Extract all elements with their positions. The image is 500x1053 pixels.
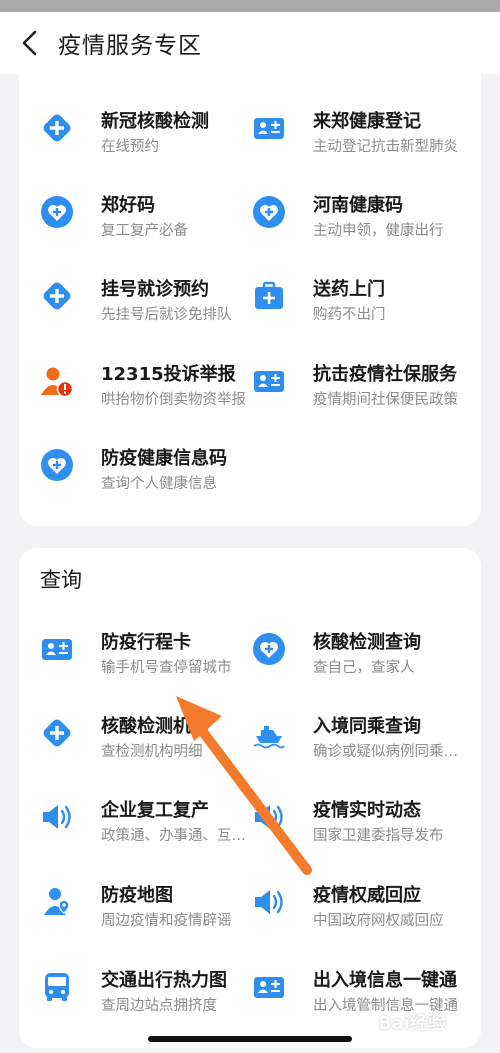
item-subtitle: 国家卫建委指导发布 <box>313 828 444 844</box>
ship-icon <box>253 726 285 749</box>
query-item-epidemic-map[interactable]: 防疫地图 周边疫情和疫情辟谣 <box>40 881 266 951</box>
service-item-medicine-delivery[interactable]: 送药上门 购药不出门 <box>252 275 478 345</box>
item-title: 河南健康码 <box>313 195 403 216</box>
id-card-icon <box>254 977 284 998</box>
home-indicator <box>148 1036 352 1042</box>
id-card-icon <box>42 639 72 660</box>
service-item-nucleic-test[interactable]: 新冠核酸检测 在线预约 <box>40 107 266 177</box>
item-subtitle: 哄抬物价倒卖物资举报 <box>101 392 246 408</box>
plus-diamond-icon <box>43 282 71 310</box>
services-card: 新冠核酸检测 在线预约 来郑健康登记 主动登记抗击新型肺炎 郑好码 复工复产必备… <box>19 74 481 526</box>
item-title: 核酸检测机构 <box>101 716 209 737</box>
item-subtitle: 主动登记抗击新型肺炎 <box>313 139 458 155</box>
service-item-social-security[interactable]: 抗击疫情社保服务 疫情期间社保便民政策 <box>252 360 478 430</box>
query-item-test-institutions[interactable]: 核酸检测机构 查检测机构明细 <box>40 712 266 782</box>
id-card-icon <box>254 371 284 392</box>
bus-icon <box>45 973 69 1001</box>
item-title: 来郑健康登记 <box>313 111 421 132</box>
section-title: 查询 <box>40 568 82 592</box>
baidu-watermark: Bai经验 <box>378 1013 447 1034</box>
item-title: 挂号就诊预约 <box>101 279 209 300</box>
status-bar <box>0 0 500 12</box>
item-subtitle: 复工复产必备 <box>101 223 188 239</box>
query-card: 查询 防疫行程卡 输手机号查停留城市 核酸检测查询 查自己，查家人 核酸检测机构… <box>19 548 481 1048</box>
heart-plus-icon <box>41 449 73 481</box>
item-title: 防疫地图 <box>101 885 173 906</box>
user-alert-icon <box>41 367 74 398</box>
plus-diamond-icon <box>43 114 71 142</box>
query-item-authoritative-response[interactable]: 疫情权威回应 中国政府网权威回应 <box>252 881 478 951</box>
back-arrow-icon <box>22 30 37 56</box>
service-item-health-info-code[interactable]: 防疫健康信息码 查询个人健康信息 <box>40 444 266 514</box>
query-item-realtime-updates[interactable]: 疫情实时动态 国家卫建委指导发布 <box>252 796 478 866</box>
plus-diamond-icon <box>43 719 71 747</box>
item-subtitle: 购药不出门 <box>313 307 386 323</box>
item-subtitle: 先挂号后就诊免排队 <box>101 307 232 323</box>
query-item-traffic-heatmap[interactable]: 交通出行热力图 查周边站点拥挤度 <box>40 966 266 1036</box>
map-user-icon <box>44 888 70 915</box>
item-title: 疫情权威回应 <box>313 885 421 906</box>
item-subtitle: 在线预约 <box>101 139 159 155</box>
query-item-nucleic-result[interactable]: 核酸检测查询 查自己，查家人 <box>252 628 478 698</box>
item-subtitle: 确诊或疑似病例同乘… <box>313 744 458 760</box>
item-subtitle: 中国政府网权威回应 <box>313 913 444 929</box>
item-subtitle: 主动申领，健康出行 <box>313 223 444 239</box>
query-item-inbound-passenger[interactable]: 入境同乘查询 确诊或疑似病例同乘… <box>252 712 478 782</box>
id-card-icon <box>254 118 284 139</box>
service-item-henan-health-code[interactable]: 河南健康码 主动申领，健康出行 <box>252 191 478 261</box>
speaker-icon <box>43 805 71 829</box>
item-title: 疫情实时动态 <box>313 800 421 821</box>
speaker-icon <box>255 890 283 914</box>
query-item-resume-work[interactable]: 企业复工复产 政策通、办事通、互… <box>40 796 266 866</box>
item-subtitle: 政策通、办事通、互… <box>101 828 246 844</box>
item-title: 12315投诉举报 <box>101 364 236 385</box>
speaker-icon <box>255 805 283 829</box>
item-title: 防疫行程卡 <box>101 632 191 653</box>
item-title: 新冠核酸检测 <box>101 111 209 132</box>
service-item-12315-complaint[interactable]: 12315投诉举报 哄抬物价倒卖物资举报 <box>40 360 266 430</box>
page-title: 疫情服务专区 <box>58 33 202 59</box>
service-item-appointment[interactable]: 挂号就诊预约 先挂号后就诊免排队 <box>40 275 266 345</box>
service-item-zhenghao-code[interactable]: 郑好码 复工复产必备 <box>40 191 266 261</box>
item-subtitle: 查自己，查家人 <box>313 660 415 676</box>
back-button[interactable] <box>10 23 50 63</box>
item-subtitle: 查检测机构明细 <box>101 744 203 760</box>
medicine-kit-icon <box>255 281 283 309</box>
item-title: 核酸检测查询 <box>313 632 421 653</box>
item-title: 送药上门 <box>313 279 385 300</box>
heart-plus-icon <box>41 196 73 228</box>
item-title: 抗击疫情社保服务 <box>313 364 457 385</box>
item-subtitle: 查询个人健康信息 <box>101 476 217 492</box>
service-item-health-registration[interactable]: 来郑健康登记 主动登记抗击新型肺炎 <box>252 107 478 177</box>
heart-plus-icon <box>253 633 285 665</box>
item-title: 防疫健康信息码 <box>101 448 227 469</box>
top-navigation-bar: 疫情服务专区 <box>0 12 500 74</box>
query-item-travel-card[interactable]: 防疫行程卡 输手机号查停留城市 <box>40 628 266 698</box>
item-subtitle: 查周边站点拥挤度 <box>101 998 217 1014</box>
item-title: 郑好码 <box>101 195 155 216</box>
item-subtitle: 疫情期间社保便民政策 <box>313 392 458 408</box>
heart-plus-icon <box>253 196 285 228</box>
item-title: 交通出行热力图 <box>101 970 227 991</box>
item-title: 入境同乘查询 <box>313 716 421 737</box>
item-subtitle: 周边疫情和疫情辟谣 <box>101 913 232 929</box>
item-title: 企业复工复产 <box>101 800 209 821</box>
item-subtitle: 输手机号查停留城市 <box>101 660 232 676</box>
item-title: 出入境信息一键通 <box>313 970 457 991</box>
